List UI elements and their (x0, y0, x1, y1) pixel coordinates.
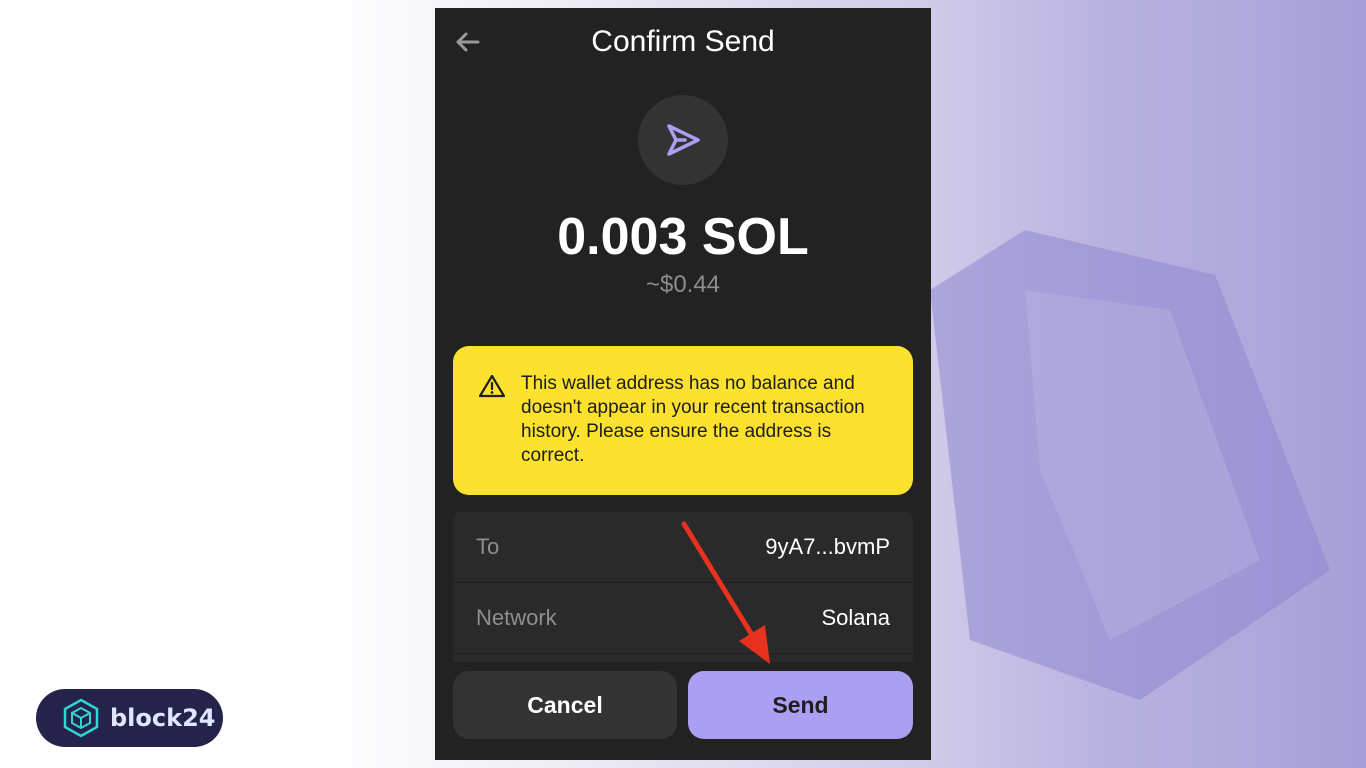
transaction-details: To 9yA7...bvmP Network Solana (453, 512, 913, 662)
send-button[interactable]: Send (688, 671, 913, 739)
page-title: Confirm Send (591, 25, 775, 58)
detail-row-network: Network Solana (453, 583, 913, 654)
network-value: Solana (821, 605, 890, 630)
warning-triangle-icon (478, 374, 506, 398)
recipient-address: 9yA7...bvmP (765, 534, 890, 559)
background-decoration (930, 0, 1366, 768)
detail-row-recipient: To 9yA7...bvmP (453, 512, 913, 583)
recipient-label: To (476, 534, 500, 559)
send-amount: 0.003 SOL (557, 208, 809, 266)
cancel-button[interactable]: Cancel (453, 671, 677, 739)
warning-message: This wallet address has no balance and d… (521, 373, 865, 466)
confirm-send-dialog: Confirm Send 0.003 SOL ~$0.44 This walle… (435, 8, 931, 760)
warning-banner: This wallet address has no balance and d… (453, 346, 913, 495)
logo-text: block24 (110, 704, 216, 732)
network-label: Network (476, 605, 557, 630)
fiat-value: ~$0.44 (645, 271, 721, 298)
brand-logo: block24 (36, 689, 223, 747)
send-icon-badge (638, 95, 728, 185)
cube-logo-icon (63, 698, 99, 738)
send-arrow-icon (667, 124, 700, 156)
